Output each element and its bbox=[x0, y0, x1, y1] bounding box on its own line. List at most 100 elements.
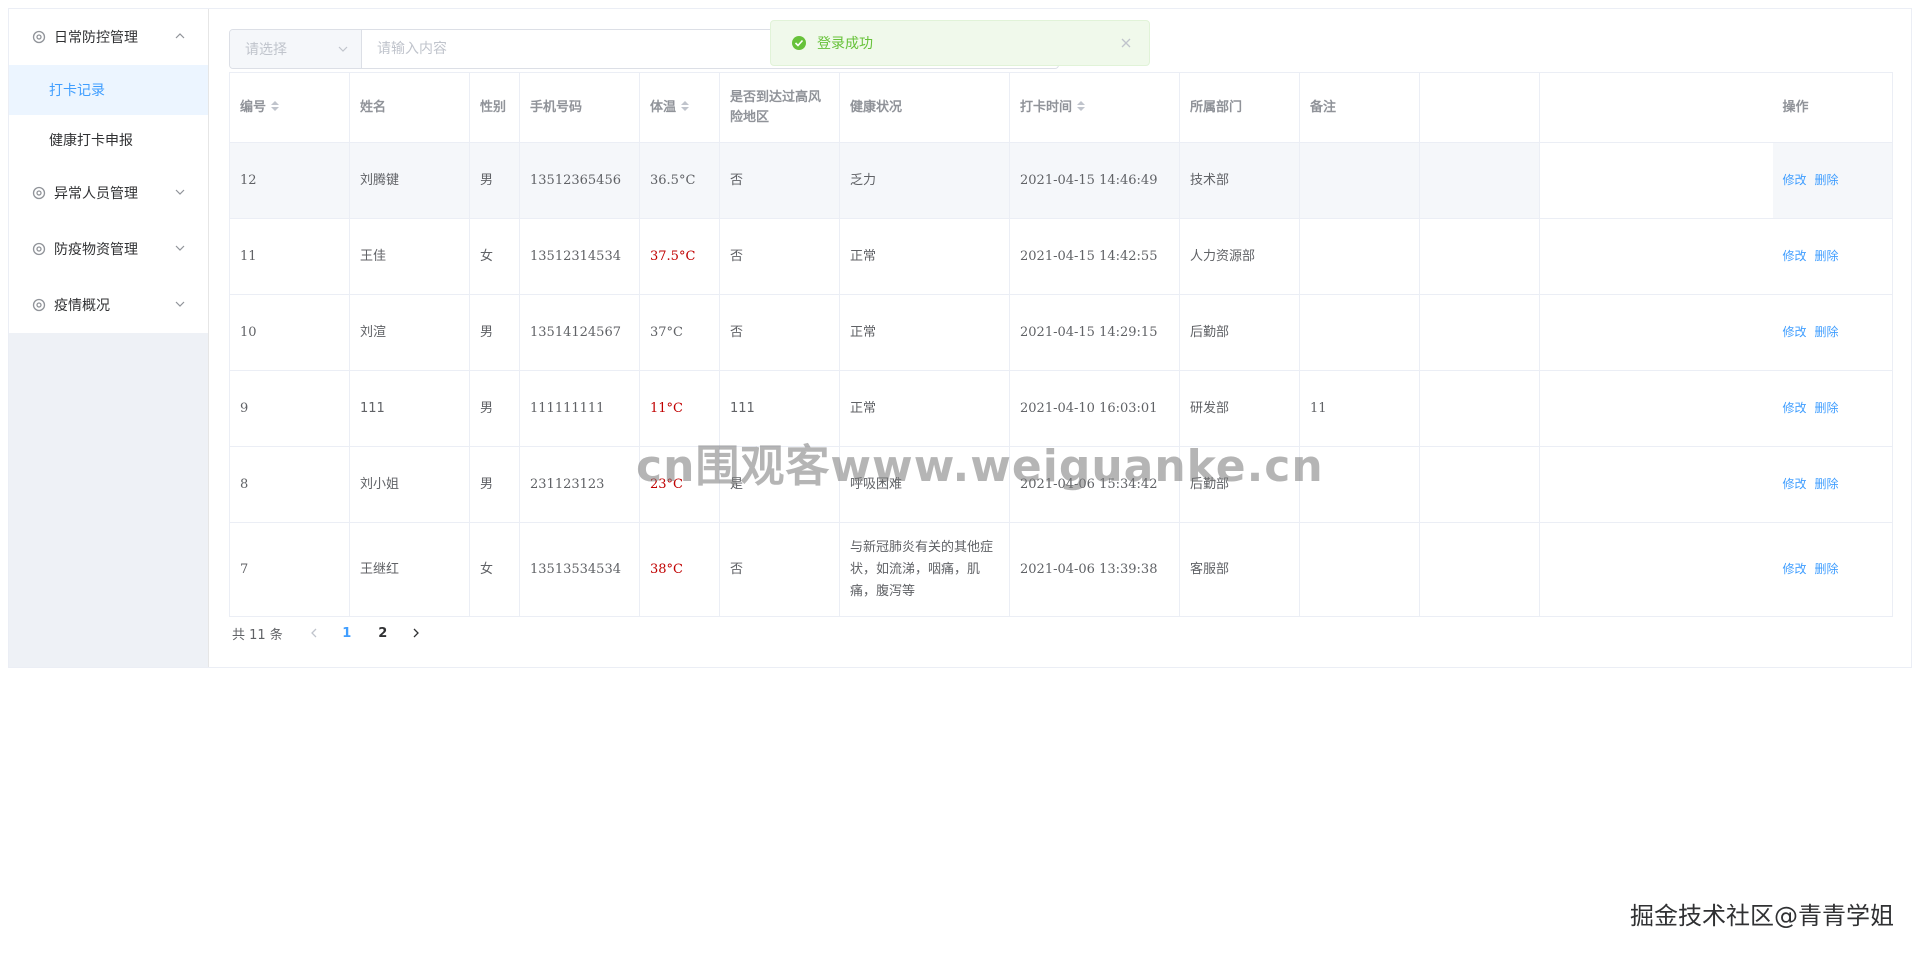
cell-phone: 231123123 bbox=[519, 446, 640, 523]
menu-abnormal-personnel[interactable]: 异常人员管理 bbox=[9, 165, 208, 221]
delete-link[interactable]: 删除 bbox=[1815, 562, 1839, 576]
cell-spacer bbox=[1419, 522, 1540, 617]
col-note: 备注 bbox=[1299, 72, 1420, 143]
cell-time: 2021-04-15 14:42:55 bbox=[1009, 218, 1180, 295]
sort-icon[interactable] bbox=[681, 101, 690, 113]
cell-risk: 否 bbox=[719, 142, 840, 219]
cell-spacer bbox=[1539, 446, 1773, 523]
pagination-total: 共 11 条 bbox=[232, 627, 283, 643]
cell-name: 刘渲 bbox=[349, 294, 470, 371]
next-page-button[interactable] bbox=[401, 619, 431, 647]
menu-daily-prevention[interactable]: 日常防控管理 bbox=[9, 9, 208, 65]
cell-id: 12 bbox=[229, 142, 350, 219]
cell-phone: 13513534534 bbox=[519, 522, 640, 617]
menu-title: 日常防控管理 bbox=[54, 30, 138, 46]
cell-gender: 男 bbox=[469, 294, 520, 371]
col-spacer bbox=[1419, 72, 1540, 143]
sort-icon[interactable] bbox=[271, 101, 280, 113]
cell-ops: 修改 删除 bbox=[1772, 218, 1893, 295]
cell-gender: 女 bbox=[469, 522, 520, 617]
cell-note bbox=[1299, 142, 1420, 219]
chevron-down-icon bbox=[174, 242, 186, 254]
col-health: 健康状况 bbox=[839, 72, 1010, 143]
cell-dept: 技术部 bbox=[1179, 142, 1300, 219]
cell-gender: 女 bbox=[469, 218, 520, 295]
menu-supplies[interactable]: 防疫物资管理 bbox=[9, 221, 208, 277]
col-id[interactable]: 编号 bbox=[229, 72, 350, 143]
delete-link[interactable]: 删除 bbox=[1815, 401, 1839, 415]
cell-health: 正常 bbox=[839, 294, 1010, 371]
cell-phone: 13512314534 bbox=[519, 218, 640, 295]
table-header-row: 编号 姓名 性别 手机号码 体温 是否到达过高风险地区 健康状况 打卡时间 所属… bbox=[229, 72, 1893, 143]
cell-time: 2021-04-06 13:39:38 bbox=[1009, 522, 1180, 617]
cell-spacer bbox=[1539, 522, 1773, 617]
cell-gender: 男 bbox=[469, 142, 520, 219]
sidebar-menu: 日常防控管理 打卡记录 健康打卡申报 异常人员管理 防疫物资管理 疫情概况 bbox=[9, 9, 208, 333]
gear-icon bbox=[31, 241, 47, 257]
search-field-select[interactable]: 请选择 bbox=[230, 30, 362, 68]
edit-link[interactable]: 修改 bbox=[1783, 249, 1807, 263]
edit-link[interactable]: 修改 bbox=[1783, 173, 1807, 187]
cell-note bbox=[1299, 218, 1420, 295]
chevron-right-icon bbox=[413, 628, 419, 638]
col-dept: 所属部门 bbox=[1179, 72, 1300, 143]
delete-link[interactable]: 删除 bbox=[1815, 249, 1839, 263]
menu-title: 防疫物资管理 bbox=[54, 242, 138, 258]
cell-dept: 后勤部 bbox=[1179, 294, 1300, 371]
edit-link[interactable]: 修改 bbox=[1783, 477, 1807, 491]
close-icon[interactable] bbox=[1119, 36, 1133, 50]
edit-link[interactable]: 修改 bbox=[1783, 562, 1807, 576]
cell-id: 8 bbox=[229, 446, 350, 523]
success-toast: 登录成功 bbox=[770, 20, 1150, 66]
gear-icon bbox=[31, 29, 47, 45]
cell-spacer bbox=[1419, 142, 1540, 219]
delete-link[interactable]: 删除 bbox=[1815, 477, 1839, 491]
chevron-down-icon bbox=[337, 43, 349, 55]
prev-page-button[interactable] bbox=[299, 619, 329, 647]
col-spacer bbox=[1539, 72, 1773, 143]
table-row: 11 王佳女 13512314534 37.5°C 否正常 2021-04-15 14:4… bbox=[229, 218, 1893, 295]
cell-spacer bbox=[1419, 218, 1540, 295]
page-2-button[interactable]: 2 bbox=[365, 619, 401, 647]
cell-note bbox=[1299, 294, 1420, 371]
col-ops: 操作 bbox=[1772, 72, 1893, 143]
col-temp[interactable]: 体温 bbox=[639, 72, 720, 143]
cell-health: 正常 bbox=[839, 218, 1010, 295]
cell-spacer bbox=[1419, 370, 1540, 447]
gear-icon bbox=[31, 297, 47, 313]
cell-temp: 36.5°C bbox=[639, 142, 720, 219]
submenu-health-report[interactable]: 健康打卡申报 bbox=[9, 115, 208, 165]
cell-risk: 否 bbox=[719, 218, 840, 295]
cell-name: 刘小姐 bbox=[349, 446, 470, 523]
cell-name: 王继红 bbox=[349, 522, 470, 617]
cell-id: 10 bbox=[229, 294, 350, 371]
cell-gender: 男 bbox=[469, 446, 520, 523]
cell-temp: 37.5°C bbox=[639, 218, 720, 295]
chevron-left-icon bbox=[310, 628, 317, 638]
edit-link[interactable]: 修改 bbox=[1783, 401, 1807, 415]
submenu-checkin-records[interactable]: 打卡记录 bbox=[9, 65, 208, 115]
cell-risk: 否 bbox=[719, 522, 840, 617]
menu-epidemic-overview[interactable]: 疫情概况 bbox=[9, 277, 208, 333]
cell-note bbox=[1299, 522, 1420, 617]
cell-name: 111 bbox=[349, 370, 470, 447]
cell-risk: 否 bbox=[719, 294, 840, 371]
sort-icon[interactable] bbox=[1077, 101, 1086, 113]
chevron-down-icon bbox=[174, 186, 186, 198]
page-1-button[interactable]: 1 bbox=[329, 619, 365, 647]
cell-spacer bbox=[1539, 142, 1773, 219]
cell-gender: 男 bbox=[469, 370, 520, 447]
cell-time: 2021-04-15 14:46:49 bbox=[1009, 142, 1180, 219]
edit-link[interactable]: 修改 bbox=[1783, 325, 1807, 339]
cell-ops: 修改 删除 bbox=[1772, 522, 1893, 617]
table-row: 10 刘渲男 13514124567 37°C 否正常 2021-04-15 14:29:… bbox=[229, 294, 1893, 371]
app-frame: 日常防控管理 打卡记录 健康打卡申报 异常人员管理 防疫物资管理 疫情概况 请选… bbox=[8, 8, 1912, 668]
delete-link[interactable]: 删除 bbox=[1815, 173, 1839, 187]
delete-link[interactable]: 删除 bbox=[1815, 325, 1839, 339]
cell-spacer bbox=[1539, 294, 1773, 371]
pagination: 共 11 条 1 2 bbox=[229, 617, 1899, 649]
gear-icon bbox=[31, 185, 47, 201]
cell-id: 9 bbox=[229, 370, 350, 447]
col-time[interactable]: 打卡时间 bbox=[1009, 72, 1180, 143]
col-name: 姓名 bbox=[349, 72, 470, 143]
